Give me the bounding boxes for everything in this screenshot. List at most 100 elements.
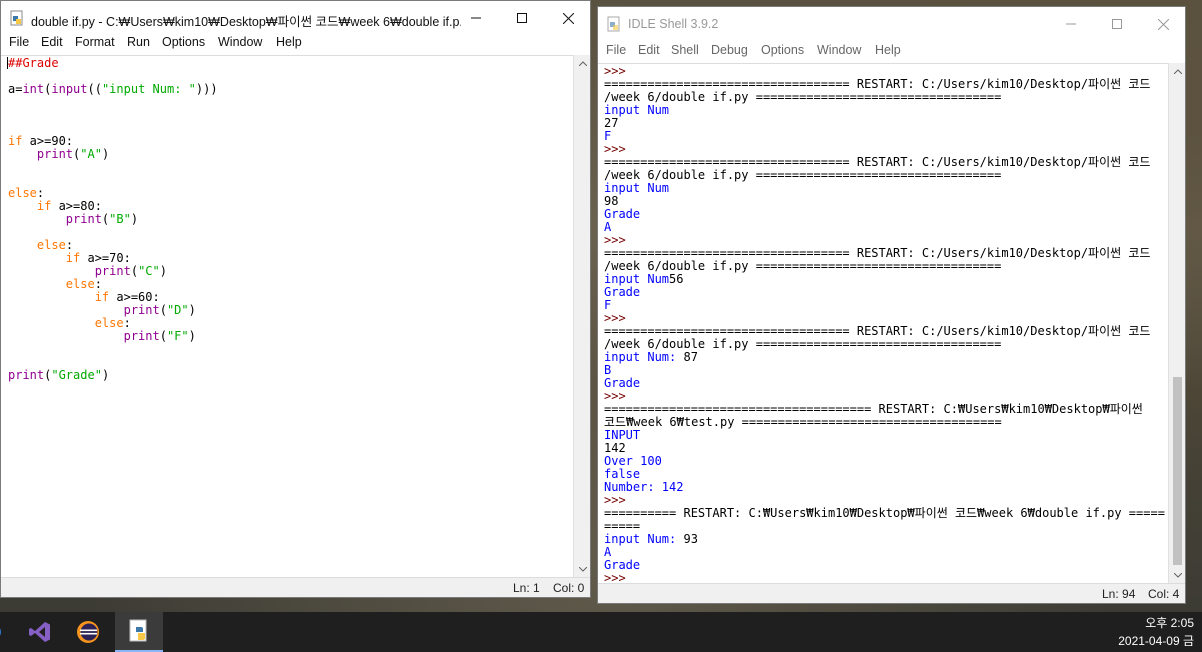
shell-line: /week 6/double if.py ===================…	[604, 259, 1002, 273]
shell-line: 142	[604, 441, 626, 455]
chevron-down-icon	[578, 567, 587, 572]
maximize-icon	[1112, 19, 1122, 29]
menu-options[interactable]: Options	[162, 35, 205, 49]
minimize-icon	[1066, 23, 1076, 25]
maximize-button[interactable]	[1094, 7, 1140, 41]
menu-help[interactable]: Help	[875, 43, 901, 57]
visual-studio-icon	[29, 622, 50, 642]
line-number: Ln: 94	[1102, 587, 1136, 601]
code-line: print("A")	[36, 147, 110, 161]
editor-title: double if.py - C:₩Users₩kim10₩Desktop₩파이…	[31, 15, 461, 29]
scroll-thumb[interactable]	[1173, 377, 1182, 565]
shell-line: Over 100	[604, 454, 662, 468]
column-number: Col: 4	[1148, 587, 1180, 601]
close-icon	[562, 12, 574, 24]
menu-edit[interactable]: Edit	[41, 35, 63, 49]
code-line: print("B")	[65, 212, 139, 226]
menu-shell[interactable]: Shell	[671, 43, 699, 57]
editor-window: double if.py - C:₩Users₩kim10₩Desktop₩파이…	[0, 0, 591, 598]
shell-line: F	[604, 298, 612, 312]
editor-statusbar: Ln: 1 Col: 0	[1, 577, 590, 597]
maximize-icon	[517, 13, 527, 23]
system-clock[interactable]: 오후 2:05 2021-04-09 금	[1118, 614, 1194, 650]
shell-menubar: File Edit Shell Debug Options Window Hel…	[598, 43, 1185, 61]
shell-titlebar[interactable]: IDLE Shell 3.9.2	[598, 7, 1185, 41]
python-file-icon	[10, 10, 23, 26]
scroll-up-arrow[interactable]	[1169, 63, 1185, 80]
shell-statusbar: Ln: 94 Col: 4	[598, 583, 1185, 603]
code-line: print("Grade")	[8, 368, 110, 382]
shell-line: A	[604, 220, 612, 234]
chevron-up-icon	[1173, 69, 1182, 74]
shell-line: false	[604, 467, 641, 481]
close-button[interactable]	[1140, 7, 1185, 41]
shell-line: input Num	[604, 103, 670, 117]
chevron-down-icon	[1173, 573, 1182, 578]
app-icon	[0, 628, 1, 636]
editor-scrollbar[interactable]	[573, 55, 590, 578]
shell-line: Grade	[604, 558, 641, 572]
shell-scrollbar[interactable]	[1168, 63, 1185, 584]
menu-file[interactable]: File	[606, 43, 626, 57]
clock-date: 2021-04-09 금	[1118, 634, 1194, 648]
menu-window[interactable]: Window	[218, 35, 262, 49]
menu-file[interactable]: File	[9, 35, 29, 49]
shell-line: ========== RESTART: C:₩Users₩kim10₩Deskt…	[604, 506, 1165, 520]
close-icon	[1157, 18, 1169, 30]
close-button[interactable]	[545, 1, 590, 35]
shell-line: A	[604, 545, 612, 559]
shell-line: 코드₩week 6₩test.py ======================…	[604, 415, 1002, 429]
taskbar-python-idle[interactable]	[115, 612, 163, 652]
minimize-button[interactable]	[453, 1, 499, 35]
shell-line: Number: 142	[604, 480, 684, 494]
eclipse-icon	[77, 621, 99, 643]
shell-line: Grade	[604, 207, 641, 221]
shell-line: Grade	[604, 285, 641, 299]
code-editor[interactable]: ##Grade a=int(input(("input Num: "))) if…	[1, 55, 574, 578]
maximize-button[interactable]	[499, 1, 545, 35]
taskbar-eclipse[interactable]	[64, 612, 112, 652]
menu-edit[interactable]: Edit	[638, 43, 660, 57]
menu-window[interactable]: Window	[817, 43, 861, 57]
scroll-down-arrow[interactable]	[1169, 567, 1185, 584]
shell-line: input Num56	[604, 272, 684, 286]
shell-line: input Num	[604, 181, 670, 195]
shell-line: 27	[604, 116, 619, 130]
menu-format[interactable]: Format	[75, 35, 115, 49]
shell-output[interactable]: >>> ================================== RE…	[598, 63, 1169, 584]
taskbar-visual-studio[interactable]	[16, 612, 64, 652]
menu-run[interactable]: Run	[127, 35, 150, 49]
code-line: print("F")	[123, 329, 196, 343]
menu-options[interactable]: Options	[761, 43, 804, 57]
shell-line: input Num: 87	[604, 350, 698, 364]
shell-line: B	[604, 363, 612, 377]
shell-line: /week 6/double if.py ===================…	[604, 90, 1002, 104]
menu-help[interactable]: Help	[276, 35, 302, 49]
minimize-button[interactable]	[1048, 7, 1094, 41]
code-line: a=int(input(("input Num: ")))	[8, 82, 218, 96]
python-shell-icon	[607, 16, 620, 32]
minimize-icon	[471, 17, 481, 19]
scroll-down-arrow[interactable]	[574, 561, 590, 578]
shell-line: Grade	[604, 376, 641, 390]
python-idle-icon	[129, 619, 147, 642]
taskbar: 오후 2:05 2021-04-09 금	[0, 612, 1202, 652]
editor-menubar: File Edit Format Run Options Window Help	[1, 35, 590, 53]
shell-line: /week 6/double if.py ===================…	[604, 168, 1002, 182]
menu-debug[interactable]: Debug	[711, 43, 748, 57]
shell-line: F	[604, 129, 612, 143]
shell-line: 98	[604, 194, 619, 208]
chevron-up-icon	[578, 61, 587, 66]
clock-time: 오후 2:05	[1145, 616, 1194, 630]
shell-line: INPUT	[604, 428, 641, 442]
editor-titlebar[interactable]: double if.py - C:₩Users₩kim10₩Desktop₩파이…	[1, 1, 590, 35]
line-number: Ln: 1	[513, 581, 540, 595]
code-line: ##Grade	[7, 56, 59, 70]
scroll-up-arrow[interactable]	[574, 55, 590, 72]
